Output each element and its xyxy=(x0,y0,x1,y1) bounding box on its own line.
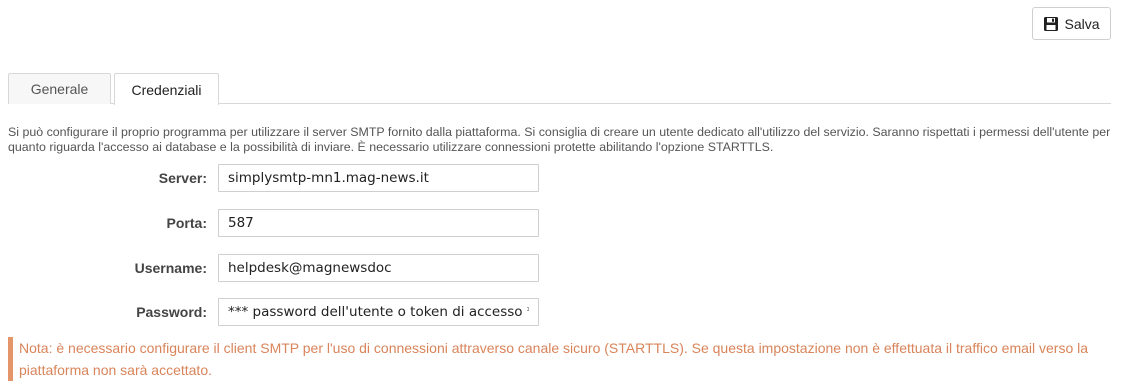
floppy-disk-icon xyxy=(1043,16,1059,32)
username-row: Username: xyxy=(0,254,560,282)
tab-credenziali[interactable]: Credenziali xyxy=(114,73,219,105)
password-row: Password: xyxy=(0,298,560,326)
port-label: Porta: xyxy=(166,215,207,231)
port-row: Porta: xyxy=(0,209,560,237)
tab-label: Credenziali xyxy=(131,81,202,98)
server-input[interactable] xyxy=(218,164,539,192)
port-input[interactable] xyxy=(218,209,539,237)
save-button[interactable]: Salva xyxy=(1032,7,1111,40)
username-label: Username: xyxy=(134,260,207,276)
server-label: Server: xyxy=(158,170,207,186)
server-row: Server: xyxy=(0,164,560,192)
tab-label: Generale xyxy=(30,81,89,97)
password-input[interactable] xyxy=(218,298,539,326)
tab-generale[interactable]: Generale xyxy=(8,73,111,104)
save-button-label: Salva xyxy=(1064,15,1100,32)
password-label: Password: xyxy=(136,304,207,320)
security-note: Nota: è necessario configurare il client… xyxy=(8,337,1118,381)
tab-bar: Generale Credenziali xyxy=(8,73,1111,105)
description-text: Si può configurare il proprio programma … xyxy=(8,125,1111,154)
username-input[interactable] xyxy=(218,254,539,282)
